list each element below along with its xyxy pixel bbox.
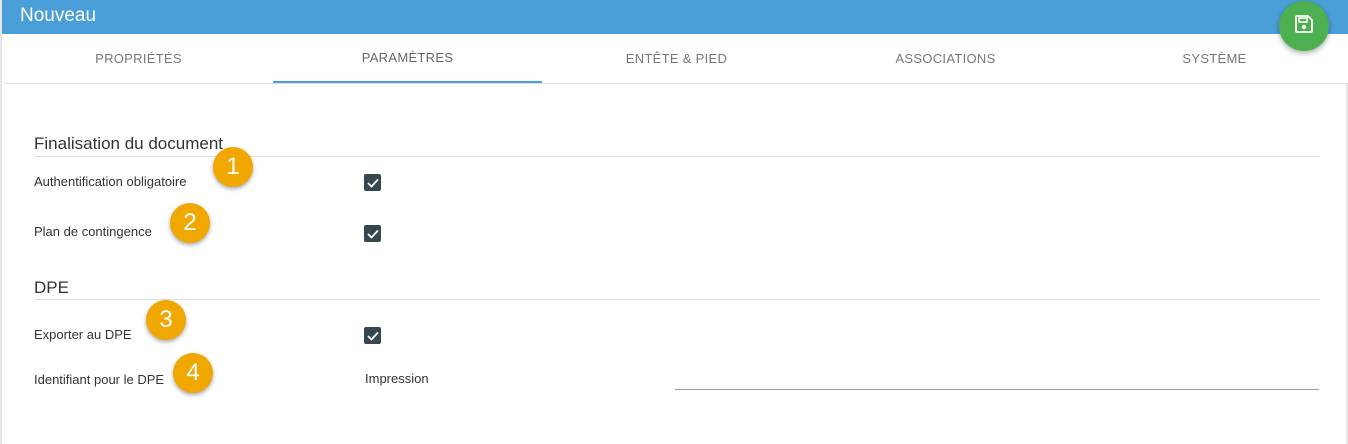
field-label-exporter-dpe: Exporter au DPE — [34, 327, 132, 342]
section-title-dpe: DPE — [34, 278, 69, 297]
save-icon — [1295, 14, 1313, 38]
tab-proprietes[interactable]: PROPRIÉTÉS — [4, 34, 273, 83]
callout-badge-3: 3 — [146, 300, 186, 340]
field-label-authentification: Authentification obligatoire — [34, 174, 187, 189]
callout-badge-4: 4 — [173, 353, 213, 393]
window-title: Nouveau — [20, 5, 97, 26]
dialog-frame: Nouveau PROPRIÉTÉS PARAMÈTRES ENTÊTE & P… — [0, 0, 1348, 444]
tab-associations[interactable]: ASSOCIATIONS — [811, 34, 1080, 83]
tab-entete-pied[interactable]: ENTÊTE & PIED — [542, 34, 811, 83]
field-label-contingence: Plan de contingence — [34, 224, 152, 239]
section-divider — [34, 299, 1320, 300]
identifiant-dpe-value: Impression — [365, 371, 429, 386]
identifiant-dpe-input[interactable] — [675, 364, 1319, 390]
callout-badge-2: 2 — [170, 203, 210, 243]
title-bar: Nouveau — [2, 0, 1348, 34]
tab-bar: PROPRIÉTÉS PARAMÈTRES ENTÊTE & PIED ASSO… — [4, 34, 1348, 84]
contingence-checkbox[interactable] — [364, 225, 381, 242]
callout-badge-1: 1 — [213, 147, 253, 187]
authentification-checkbox[interactable] — [364, 174, 381, 191]
field-label-identifiant-dpe: Identifiant pour le DPE — [34, 372, 165, 387]
exporter-dpe-checkbox[interactable] — [364, 327, 381, 344]
tab-parametres[interactable]: PARAMÈTRES — [273, 34, 542, 83]
save-button[interactable] — [1279, 1, 1329, 51]
section-title-finalisation: Finalisation du document — [34, 134, 224, 153]
